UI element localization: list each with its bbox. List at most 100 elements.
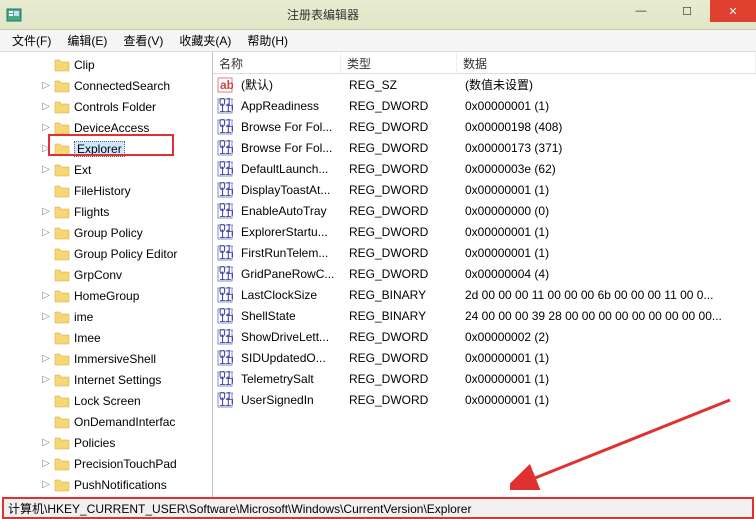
tree-node-lock-screen[interactable]: Lock Screen	[0, 390, 212, 411]
tree-label: GrpConv	[74, 268, 122, 282]
tree-label: HomeGroup	[74, 289, 139, 303]
tree-node-ime[interactable]: ▷ ime	[0, 306, 212, 327]
tree-label: FileHistory	[74, 184, 131, 198]
list-header: 名称 类型 数据	[213, 52, 756, 74]
list-row[interactable]: 011110Browse For Fol...REG_DWORD0x000001…	[213, 137, 756, 158]
cell-name: LastClockSize	[235, 288, 343, 302]
expander-icon[interactable]: ▷	[40, 290, 52, 301]
cell-type: REG_DWORD	[343, 204, 459, 218]
tree-node-explorer[interactable]: ▷Explorer	[0, 138, 212, 159]
tree-label: OnDemandInterfac	[74, 415, 175, 429]
tree-node-ondemandinterfac[interactable]: OnDemandInterfac	[0, 411, 212, 432]
expander-icon[interactable]: ▷	[40, 374, 52, 385]
menu-view[interactable]: 查看(V)	[115, 30, 171, 51]
menu-file[interactable]: 文件(F)	[4, 30, 59, 51]
tree-label: PrecisionTouchPad	[74, 457, 177, 471]
cell-data: 2d 00 00 00 11 00 00 00 6b 00 00 00 11 0…	[459, 288, 756, 302]
tree-label: Ext	[74, 163, 91, 177]
cell-data: 0x00000173 (371)	[459, 141, 756, 155]
menu-favorites[interactable]: 收藏夹(A)	[171, 30, 239, 51]
list-row[interactable]: 011110AppReadinessREG_DWORD0x00000001 (1…	[213, 95, 756, 116]
maximize-button[interactable]: ☐	[664, 0, 710, 22]
svg-text:110: 110	[219, 227, 233, 240]
statusbar: 计算机\HKEY_CURRENT_USER\Software\Microsoft…	[2, 497, 754, 519]
list-row[interactable]: 011110SIDUpdatedO...REG_DWORD0x00000001 …	[213, 347, 756, 368]
list-row[interactable]: 011110TelemetrySaltREG_DWORD0x00000001 (…	[213, 368, 756, 389]
svg-text:110: 110	[219, 353, 233, 366]
window-controls: — ☐ ✕	[618, 0, 756, 29]
svg-text:110: 110	[219, 164, 233, 177]
expander-icon[interactable]: ▷	[40, 311, 52, 322]
cell-type: REG_DWORD	[343, 246, 459, 260]
expander-icon[interactable]: ▷	[40, 353, 52, 364]
tree-label: Lock Screen	[74, 394, 141, 408]
tree-node-internet-settings[interactable]: ▷Internet Settings	[0, 369, 212, 390]
column-header-type[interactable]: 类型	[341, 52, 457, 73]
tree-label: Controls Folder	[74, 100, 156, 114]
expander-icon[interactable]: ▷	[40, 164, 52, 175]
tree-pane[interactable]: Clip▷ConnectedSearch▷Controls Folder▷Dev…	[0, 52, 213, 497]
svg-text:110: 110	[219, 122, 233, 135]
tree-label: Flights	[74, 205, 109, 219]
list-row[interactable]: 011110Browse For Fol...REG_DWORD0x000001…	[213, 116, 756, 137]
tree-node-precisiontouchpad[interactable]: ▷ PrecisionTouchPad	[0, 453, 212, 474]
tree-node-clip[interactable]: Clip	[0, 54, 212, 75]
expander-icon[interactable]: ▷	[40, 437, 52, 448]
svg-text:110: 110	[219, 374, 233, 387]
tree-node-controls-folder[interactable]: ▷ Controls Folder	[0, 96, 212, 117]
cell-name: Browse For Fol...	[235, 120, 343, 134]
tree-node-flights[interactable]: ▷ Flights	[0, 201, 212, 222]
list-row[interactable]: ab(默认)REG_SZ(数值未设置)	[213, 74, 756, 95]
list-row[interactable]: 011110LastClockSizeREG_BINARY2d 00 00 00…	[213, 284, 756, 305]
column-header-data[interactable]: 数据	[457, 52, 756, 73]
minimize-button[interactable]: —	[618, 0, 664, 22]
tree-label: Group Policy Editor	[74, 247, 177, 261]
column-header-name[interactable]: 名称	[213, 52, 341, 73]
expander-icon[interactable]: ▷	[40, 479, 52, 490]
tree-label: ime	[74, 310, 93, 324]
list-row[interactable]: 011110GridPaneRowC...REG_DWORD0x00000004…	[213, 263, 756, 284]
list-row[interactable]: 011110DisplayToastAt...REG_DWORD0x000000…	[213, 179, 756, 200]
expander-icon[interactable]: ▷	[40, 80, 52, 91]
cell-name: SIDUpdatedO...	[235, 351, 343, 365]
svg-text:110: 110	[219, 332, 233, 345]
expander-icon[interactable]: ▷	[40, 122, 52, 133]
list-pane[interactable]: 名称 类型 数据 ab(默认)REG_SZ(数值未设置)011110AppRea…	[213, 52, 756, 497]
list-row[interactable]: 011110UserSignedInREG_DWORD0x00000001 (1…	[213, 389, 756, 410]
tree-node-grpconv[interactable]: GrpConv	[0, 264, 212, 285]
cell-data: 24 00 00 00 39 28 00 00 00 00 00 00 00 0…	[459, 309, 756, 323]
menu-help[interactable]: 帮助(H)	[239, 30, 296, 51]
tree-node-group-policy[interactable]: ▷Group Policy	[0, 222, 212, 243]
svg-text:110: 110	[219, 185, 233, 198]
cell-data: (数值未设置)	[459, 76, 756, 93]
list-row[interactable]: 011110DefaultLaunch...REG_DWORD0x0000003…	[213, 158, 756, 179]
tree-node-connectedsearch[interactable]: ▷ConnectedSearch	[0, 75, 212, 96]
tree-node-pushnotifications[interactable]: ▷PushNotifications	[0, 474, 212, 495]
close-button[interactable]: ✕	[710, 0, 756, 22]
tree-node-deviceaccess[interactable]: ▷DeviceAccess	[0, 117, 212, 138]
content-area: Clip▷ConnectedSearch▷Controls Folder▷Dev…	[0, 52, 756, 497]
expander-icon[interactable]: ▷	[40, 101, 52, 112]
menu-edit[interactable]: 编辑(E)	[59, 30, 115, 51]
list-row[interactable]: 011110FirstRunTelem...REG_DWORD0x0000000…	[213, 242, 756, 263]
tree-node-filehistory[interactable]: FileHistory	[0, 180, 212, 201]
expander-icon[interactable]: ▷	[40, 206, 52, 217]
list-row[interactable]: 011110ShowDriveLett...REG_DWORD0x0000000…	[213, 326, 756, 347]
expander-icon[interactable]: ▷	[40, 458, 52, 469]
tree-node-homegroup[interactable]: ▷ HomeGroup	[0, 285, 212, 306]
list-row[interactable]: 011110ExplorerStartu...REG_DWORD0x000000…	[213, 221, 756, 242]
window-title: 注册表编辑器	[28, 6, 618, 23]
tree-node-policies[interactable]: ▷Policies	[0, 432, 212, 453]
list-row[interactable]: 011110ShellStateREG_BINARY24 00 00 00 39…	[213, 305, 756, 326]
expander-icon[interactable]: ▷	[40, 227, 52, 238]
tree-node-group-policy-editor[interactable]: Group Policy Editor	[0, 243, 212, 264]
tree-node-immersiveshell[interactable]: ▷ImmersiveShell	[0, 348, 212, 369]
tree-node-ext[interactable]: ▷ Ext	[0, 159, 212, 180]
expander-icon[interactable]: ▷	[40, 143, 52, 154]
list-body: ab(默认)REG_SZ(数值未设置)011110AppReadinessREG…	[213, 74, 756, 410]
cell-name: ShowDriveLett...	[235, 330, 343, 344]
tree-node-imee[interactable]: Imee	[0, 327, 212, 348]
list-row[interactable]: 011110EnableAutoTrayREG_DWORD0x00000000 …	[213, 200, 756, 221]
cell-data: 0x00000001 (1)	[459, 225, 756, 239]
svg-text:110: 110	[219, 311, 233, 324]
